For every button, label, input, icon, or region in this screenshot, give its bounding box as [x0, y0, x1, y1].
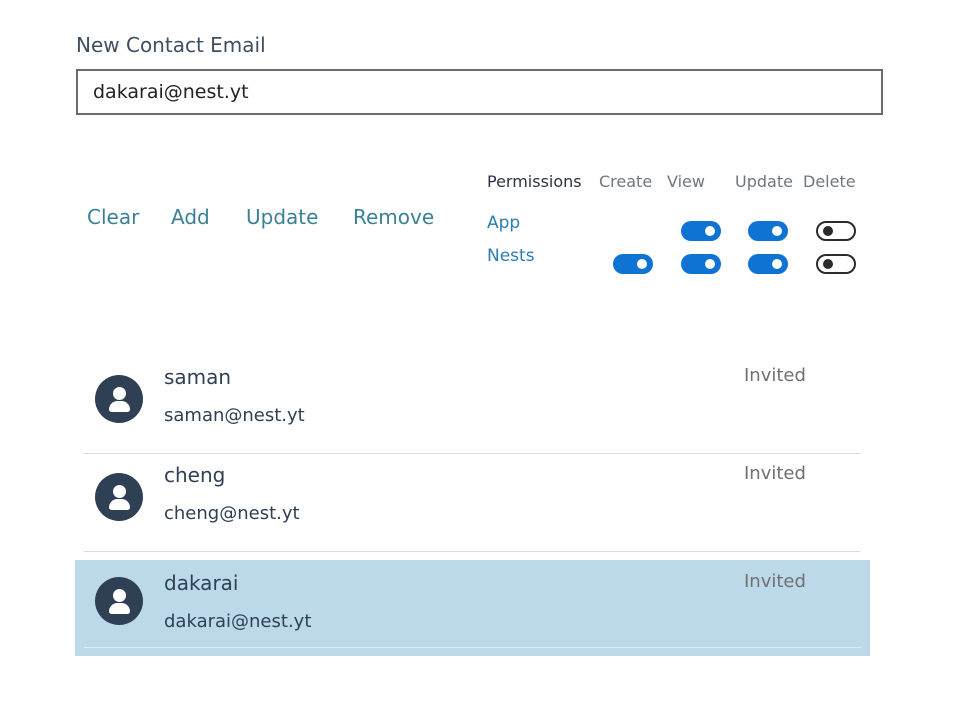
- toggle-knob: [705, 226, 715, 236]
- app-delete-toggle[interactable]: [816, 221, 856, 241]
- row-divider: [84, 551, 860, 552]
- contact-email: cheng@nest.yt: [164, 503, 300, 524]
- nests-view-toggle[interactable]: [681, 254, 721, 274]
- permission-row-app: App: [487, 213, 521, 233]
- avatar-head: [113, 387, 126, 400]
- contact-name: dakarai: [164, 571, 239, 595]
- remove-button[interactable]: Remove: [353, 205, 434, 229]
- update-button[interactable]: Update: [246, 205, 318, 229]
- contact-status: Invited: [744, 463, 806, 484]
- toggle-knob: [772, 226, 782, 236]
- user-avatar-icon: [95, 375, 143, 423]
- toggle-knob: [772, 259, 782, 269]
- avatar-shoulders: [109, 499, 130, 510]
- clear-button[interactable]: Clear: [87, 205, 139, 229]
- nests-update-toggle[interactable]: [748, 254, 788, 274]
- contact-email: dakarai@nest.yt: [164, 611, 312, 632]
- contact-status: Invited: [744, 571, 806, 592]
- app-update-toggle[interactable]: [748, 221, 788, 241]
- toggle-knob: [637, 259, 647, 269]
- permissions-header: Permissions: [487, 172, 582, 191]
- user-avatar-icon: [95, 473, 143, 521]
- user-avatar-icon: [95, 577, 143, 625]
- toggle-knob: [705, 259, 715, 269]
- permission-row-nests: Nests: [487, 246, 535, 266]
- contact-email: saman@nest.yt: [164, 405, 305, 426]
- contact-name: saman: [164, 365, 232, 389]
- contact-row-selected[interactable]: dakarai dakarai@nest.yt Invited: [75, 560, 870, 656]
- add-button[interactable]: Add: [171, 205, 210, 229]
- row-divider: [84, 647, 861, 648]
- contact-row[interactable]: cheng cheng@nest.yt Invited: [84, 456, 860, 552]
- row-divider: [84, 453, 860, 454]
- permission-column-delete: Delete: [803, 172, 856, 191]
- permission-column-view: View: [667, 172, 705, 191]
- nests-delete-toggle[interactable]: [816, 254, 856, 274]
- avatar-shoulders: [109, 603, 130, 614]
- toggle-knob: [823, 259, 833, 269]
- avatar-head: [113, 485, 126, 498]
- avatar-shoulders: [109, 401, 130, 412]
- contact-name: cheng: [164, 463, 226, 487]
- app-view-toggle[interactable]: [681, 221, 721, 241]
- contact-status: Invited: [744, 365, 806, 386]
- permission-column-update: Update: [735, 172, 793, 191]
- permission-column-create: Create: [599, 172, 653, 191]
- new-contact-email-label: New Contact Email: [76, 33, 266, 57]
- new-contact-email-input[interactable]: [76, 69, 883, 115]
- avatar-head: [113, 589, 126, 602]
- toggle-knob: [823, 226, 833, 236]
- nests-create-toggle[interactable]: [613, 254, 653, 274]
- contact-row[interactable]: saman saman@nest.yt Invited: [84, 358, 860, 454]
